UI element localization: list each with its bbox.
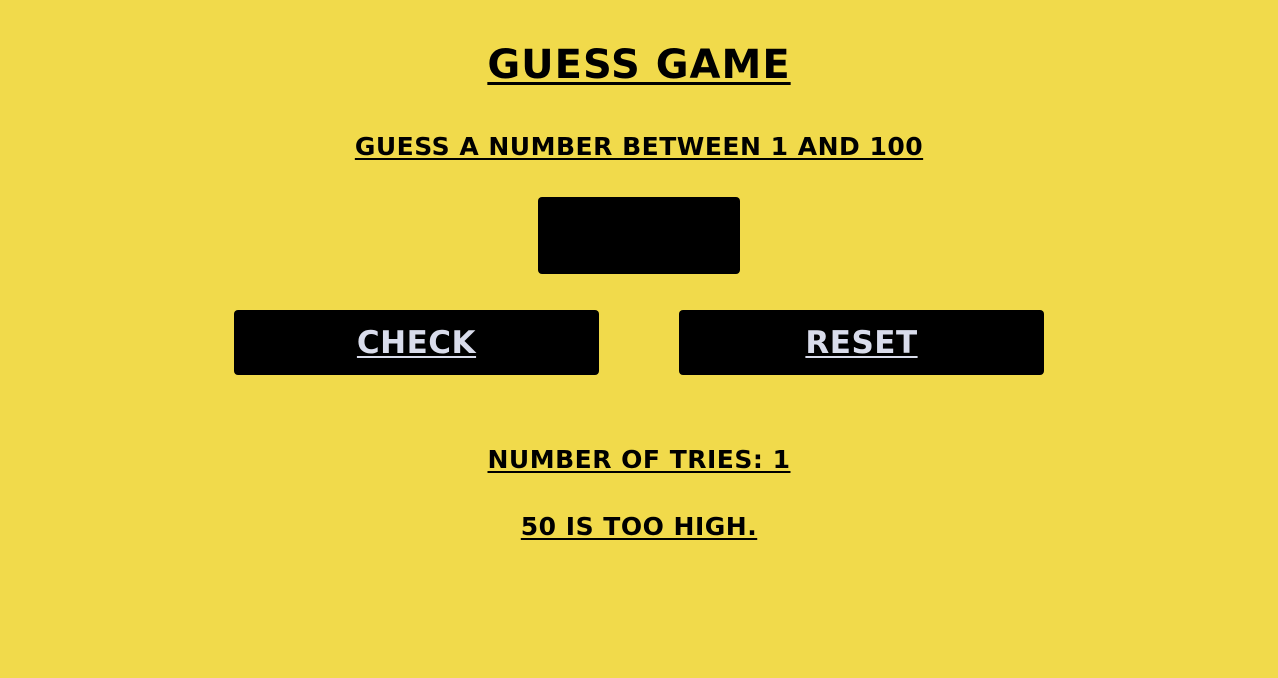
check-button[interactable]: CHECK xyxy=(234,310,599,375)
check-button-label: CHECK xyxy=(356,324,477,361)
reset-button-label: RESET xyxy=(805,324,918,361)
tries-counter: NUMBER OF TRIES: 1 xyxy=(487,445,791,474)
guess-input[interactable] xyxy=(538,197,740,274)
reset-button[interactable]: RESET xyxy=(679,310,1044,375)
page-title: GUESS GAME xyxy=(487,42,791,88)
feedback-message: 50 IS TOO HIGH. xyxy=(520,512,758,541)
instruction-text: GUESS A NUMBER BETWEEN 1 AND 100 xyxy=(354,132,924,161)
